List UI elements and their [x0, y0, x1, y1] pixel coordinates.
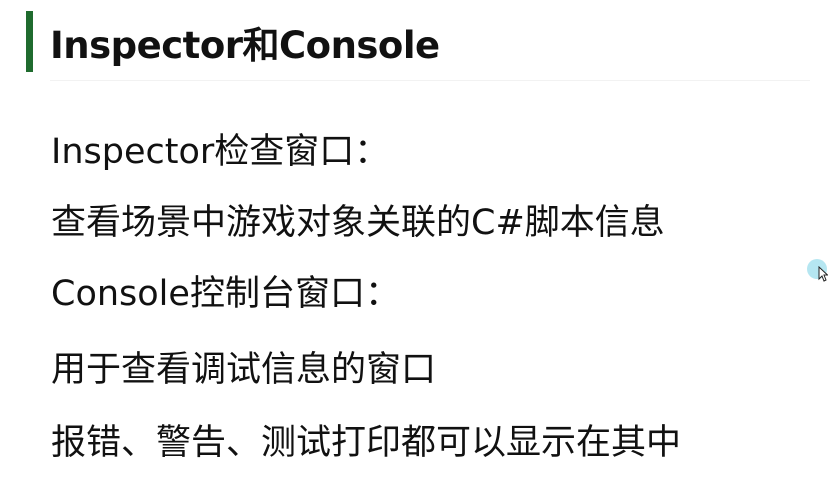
slide: Inspector和Console Inspector检查窗口： 查看场景中游戏… — [0, 0, 839, 501]
title-divider — [50, 80, 810, 81]
slide-title: Inspector和Console — [50, 24, 440, 67]
body-line-console-description: 用于查看调试信息的窗口 — [51, 350, 437, 390]
body-line-console-usage: 报错、警告、测试打印都可以显示在其中 — [51, 423, 682, 463]
title-accent-bar — [26, 11, 33, 72]
body-line-console-heading: Console控制台窗口： — [51, 274, 400, 314]
body-line-inspector-description: 查看场景中游戏对象关联的C#脚本信息 — [51, 203, 665, 243]
body-line-inspector-heading: Inspector检查窗口： — [51, 132, 390, 172]
mouse-pointer-icon — [818, 266, 828, 282]
